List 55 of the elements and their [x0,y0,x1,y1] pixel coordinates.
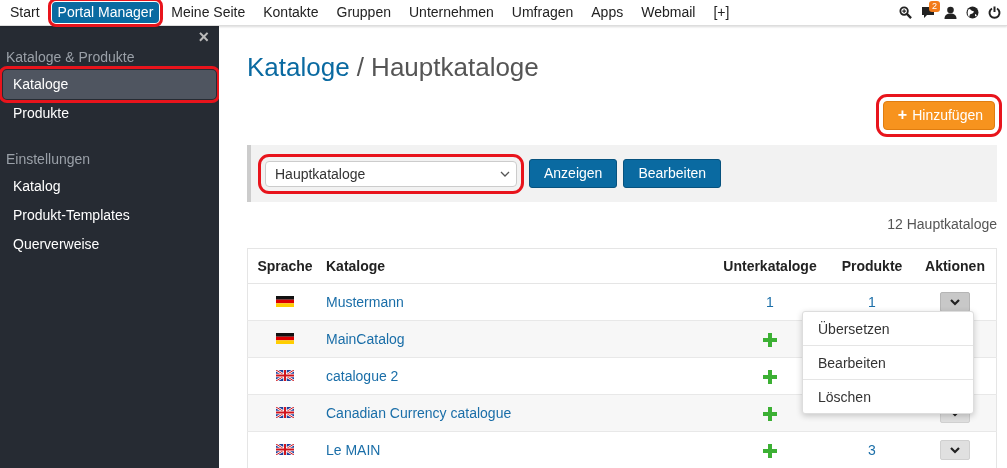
nav-tab[interactable]: Apps [585,2,630,23]
german-flag-icon [276,333,294,344]
catalog-link[interactable]: MainCatalog [326,331,405,347]
sidebar-heading: Einstellungen [5,151,92,167]
search-icon [899,6,912,19]
chevron-down-icon [950,446,960,454]
page-title: / Hauptkataloge [356,52,539,84]
menu-item[interactable]: Übersetzen [803,311,973,345]
catalog-link[interactable]: Mustermann [326,294,404,310]
catalog-link[interactable]: Le MAIN [326,442,381,458]
column-header: Kataloge [322,248,710,284]
nav-tab[interactable]: [+] [707,2,736,23]
product-count[interactable]: 1 [868,294,876,310]
menu-item[interactable]: Löschen [803,378,973,413]
nav-tab[interactable]: Gruppen [330,2,397,23]
column-header: Produkte [830,248,914,284]
product-count[interactable]: 3 [868,442,876,458]
nav-tab[interactable]: Webmail [635,2,702,23]
action-button[interactable]: Bearbeiten [623,159,722,188]
sidebar-item[interactable]: Querverweise [3,230,216,259]
breadcrumb-link[interactable]: Kataloge [247,52,350,84]
plus-icon[interactable] [763,333,777,348]
column-header: Sprache [247,248,322,284]
british-flag-icon [276,407,294,418]
plus-icon[interactable] [763,407,777,422]
column-header: Unterkataloge [710,248,830,284]
nav-tab[interactable]: Unternehmen [403,2,500,23]
chevron-down-icon [500,170,510,177]
nav-tab[interactable]: Kontakte [257,2,325,23]
close-button[interactable]: × [198,28,209,46]
result-count: 12 Hauptkataloge [886,216,997,233]
plus-icon[interactable] [763,370,777,385]
nav-tab[interactable]: Start [4,2,46,23]
dropdown-button[interactable] [940,292,970,312]
sidebar-item[interactable]: Katalog [3,172,216,201]
british-flag-icon [276,444,294,455]
sidebar-heading: Kataloge & Produkte [5,49,136,65]
chevron-down-icon [950,298,960,306]
power-icon [988,6,1001,19]
catalog-link[interactable]: catalogue 2 [326,368,399,384]
british-flag-icon [276,370,294,381]
column-header: Aktionen [914,248,997,284]
subcatalog-count[interactable]: 1 [766,294,774,310]
dropdown-button[interactable] [940,440,970,460]
user-icon [944,6,957,19]
menu-item[interactable]: Bearbeiten [803,344,973,379]
action-button[interactable]: Anzeigen [529,159,618,188]
globe-icon [966,6,979,19]
german-flag-icon [276,296,294,307]
sidebar-item[interactable]: Produkte [3,99,216,128]
sidebar-item[interactable]: Produkt-Templates [3,201,216,230]
nav-tab[interactable]: Umfragen [505,2,580,23]
notification-badge: 2 [929,1,940,12]
nav-tab[interactable]: Meine Seite [165,2,252,23]
plus-icon[interactable] [763,444,777,459]
